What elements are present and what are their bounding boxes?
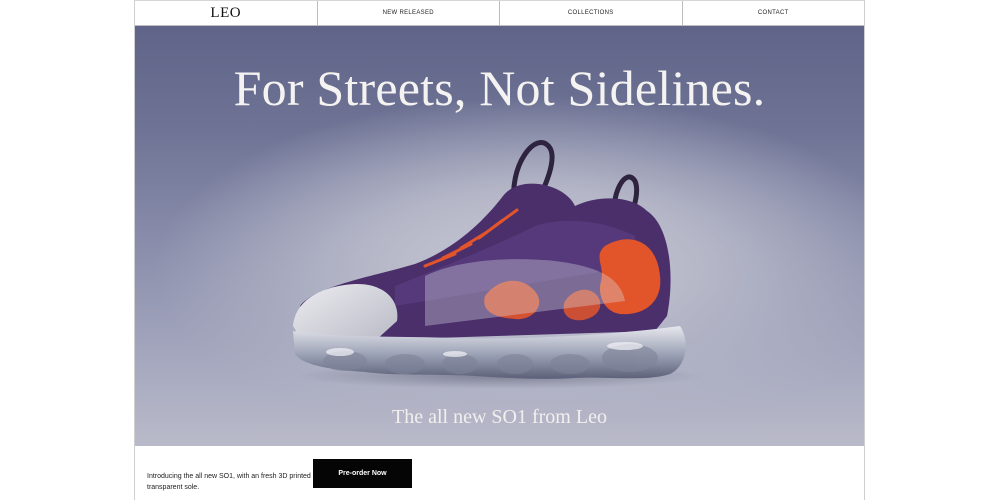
brand-name: LEO [210, 4, 242, 21]
hero-banner: For Streets, Not Sidelines. The all new … [135, 26, 864, 446]
sneaker-image [293, 140, 705, 389]
top-nav: LEO NEW RELEASED COLLECTIONS CONTACT [135, 0, 864, 26]
pre-order-button[interactable]: Pre-order Now [313, 459, 412, 488]
hero-subtitle: The all new SO1 from Leo [392, 406, 607, 428]
nav-link-collections[interactable]: COLLECTIONS [499, 1, 682, 25]
promo-text: Introducing the all new SO1, with an fre… [147, 473, 311, 491]
nav-link-label: NEW RELEASED [382, 10, 434, 16]
hero-title: For Streets, Not Sidelines. [233, 60, 766, 116]
nav-link-new-released[interactable]: NEW RELEASED [316, 1, 500, 25]
page-frame: LEO NEW RELEASED COLLECTIONS CONTACT For… [134, 0, 865, 500]
nav-link-contact[interactable]: CONTACT [681, 1, 865, 25]
nav-link-label: CONTACT [757, 10, 789, 16]
brand-logo[interactable]: LEO [135, 1, 317, 25]
nav-link-label: COLLECTIONS [567, 10, 614, 16]
